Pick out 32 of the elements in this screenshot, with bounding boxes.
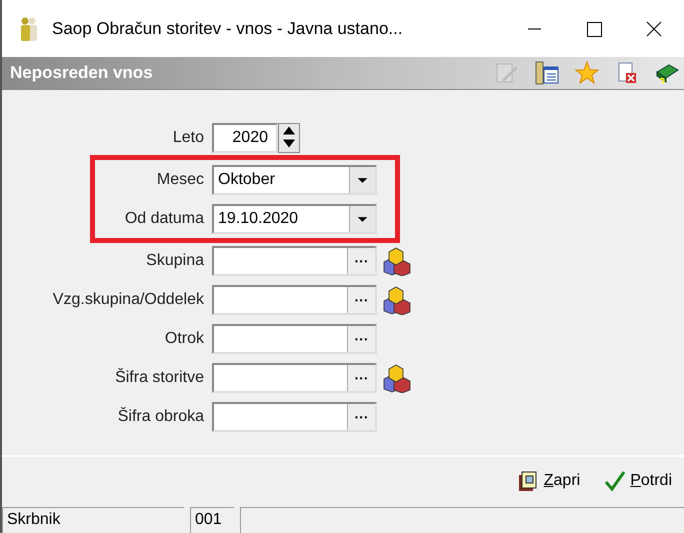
status-cell: Skrbnik xyxy=(2,507,184,533)
field-label: Otrok xyxy=(164,328,205,348)
close-button[interactable]: Zapri xyxy=(516,469,580,493)
spinner-buttons[interactable] xyxy=(278,122,300,152)
field-label: Od datuma xyxy=(124,208,205,228)
field-label: Leto xyxy=(172,128,205,148)
field-label: Šifra obroka xyxy=(116,406,205,426)
columns-icon[interactable] xyxy=(534,60,560,86)
people-icon xyxy=(18,16,40,42)
browse-button[interactable]: ··· xyxy=(347,248,375,274)
checkmark-icon xyxy=(604,470,626,492)
lookup-field[interactable]: ··· xyxy=(212,246,377,276)
window-title: Saop Obračun storitev - vnos - Javna ustano... xyxy=(52,18,403,40)
lookup-field[interactable]: ··· xyxy=(212,362,377,392)
field-label: Skupina xyxy=(145,250,205,270)
field-label: Mesec xyxy=(156,170,205,190)
browse-button[interactable]: ··· xyxy=(347,404,375,430)
lookup-field[interactable]: ··· xyxy=(212,402,377,432)
confirm-button[interactable]: Potrdi xyxy=(604,469,672,493)
lookup-field[interactable]: ··· xyxy=(212,284,377,314)
dropdown-field[interactable]: 19.10.2020 xyxy=(212,204,377,234)
browse-button[interactable]: ··· xyxy=(347,286,375,312)
browse-button[interactable]: ··· xyxy=(347,364,375,390)
section-title: Neposreden vnos xyxy=(10,62,153,84)
browse-button[interactable]: ··· xyxy=(347,326,375,352)
lookup-field[interactable]: ··· xyxy=(212,324,377,354)
status-cell: 001 xyxy=(190,507,234,533)
dropdown-field[interactable]: Oktober xyxy=(212,164,377,194)
field-label: Šifra storitve xyxy=(114,367,205,388)
field-label: Vzg.skupina/Oddelek xyxy=(52,290,205,310)
star-icon[interactable] xyxy=(574,60,600,86)
year-field[interactable]: 2020 xyxy=(212,122,278,152)
